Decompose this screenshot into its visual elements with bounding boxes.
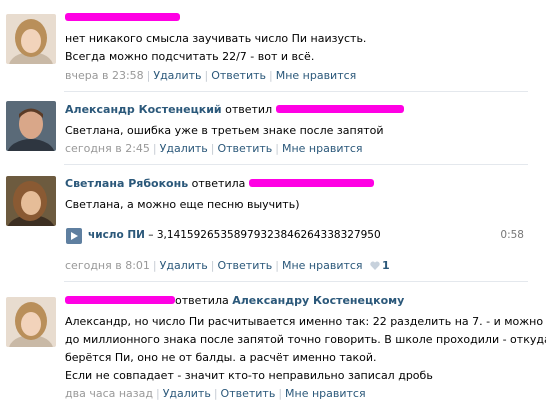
comment-text: Александр, но число Пи расчитывается име… [65, 315, 546, 328]
divider [64, 164, 528, 165]
comment-text: до миллионного знака после запятой точно… [65, 333, 546, 346]
comment-text: Если не совпадает - значит кто-то неправ… [65, 369, 433, 382]
like-link[interactable]: Мне нравится [285, 387, 366, 400]
comment-text: Светлана, а можно еще песню выучить) [65, 198, 300, 211]
comment-meta: сегодня в 2:45 | Удалить | Ответить | Мне нрав… [65, 142, 363, 155]
replied-label: ответил [225, 103, 273, 116]
like-link[interactable]: Мне нравится [282, 259, 363, 272]
timestamp[interactable]: два часа назад [65, 387, 153, 400]
play-button[interactable] [66, 228, 82, 244]
reply-link[interactable]: Ответить [217, 259, 272, 272]
redacted-name [248, 178, 374, 187]
delete-link[interactable]: Удалить [163, 387, 211, 400]
author-line: Александр Костенецкий ответил [65, 103, 404, 117]
comment-text: Светлана, ошибка уже в третьем знаке пос… [65, 124, 384, 137]
comment-text: нет никакого смысла заучивать число Пи н… [65, 32, 367, 45]
audio-title[interactable]: число ПИ – 3,141592653589793238462643383… [88, 229, 381, 241]
redacted-name [65, 12, 180, 21]
heart-icon[interactable] [370, 261, 380, 270]
comment-meta: вчера в 23:58 | Удалить | Ответить | Мне нрави… [65, 69, 357, 82]
timestamp[interactable]: сегодня в 2:45 [65, 142, 150, 155]
audio-separator: – [144, 229, 157, 241]
redacted-name [65, 295, 175, 304]
reply-link[interactable]: Ответить [217, 142, 272, 155]
redacted-name [275, 104, 404, 113]
author-line[interactable] [65, 11, 180, 25]
avatar[interactable] [6, 176, 56, 226]
author-name[interactable]: Светлана Рябоконь [65, 177, 188, 190]
avatar[interactable] [6, 101, 56, 151]
likes-count[interactable]: 1 [382, 259, 390, 272]
audio-track: 3,14159265358979323846264338327950 [156, 229, 381, 241]
delete-link[interactable]: Удалить [153, 69, 201, 82]
timestamp[interactable]: вчера в 23:58 [65, 69, 144, 82]
audio-attachment: число ПИ – 3,141592653589793238462643383… [66, 228, 526, 244]
author-name[interactable]: Александр Костенецкий [65, 103, 222, 116]
comment-meta: сегодня в 8:01 | Удалить | Ответить | Мне нрав… [65, 259, 390, 272]
like-link[interactable]: Мне нравится [282, 142, 363, 155]
divider [64, 91, 528, 92]
divider [64, 281, 528, 282]
audio-duration: 0:58 [500, 229, 524, 241]
delete-link[interactable]: Удалить [160, 259, 208, 272]
reply-link[interactable]: Ответить [221, 387, 276, 400]
avatar[interactable] [6, 14, 56, 64]
reply-link[interactable]: Ответить [211, 69, 266, 82]
audio-artist[interactable]: число ПИ [88, 229, 145, 241]
like-link[interactable]: Мне нравится [276, 69, 357, 82]
delete-link[interactable]: Удалить [160, 142, 208, 155]
play-icon [71, 232, 78, 240]
comment-meta: два часа назад | Удалить | Ответить | Мне нрав… [65, 387, 366, 400]
comment-text: берётся Пи, оно не от балды. а расчёт им… [65, 351, 377, 364]
replied-label: ответила [175, 294, 229, 307]
author-line: ответила Александру Костенецкому [65, 294, 404, 308]
comment-text: Всегда можно подсчитать 22/7 - вот и всё… [65, 50, 315, 63]
replied-label: ответила [191, 177, 246, 190]
reply-target[interactable]: Александру Костенецкому [232, 294, 404, 307]
author-line: Светлана Рябоконь ответила [65, 177, 374, 191]
timestamp[interactable]: сегодня в 8:01 [65, 259, 150, 272]
avatar[interactable] [6, 297, 56, 347]
